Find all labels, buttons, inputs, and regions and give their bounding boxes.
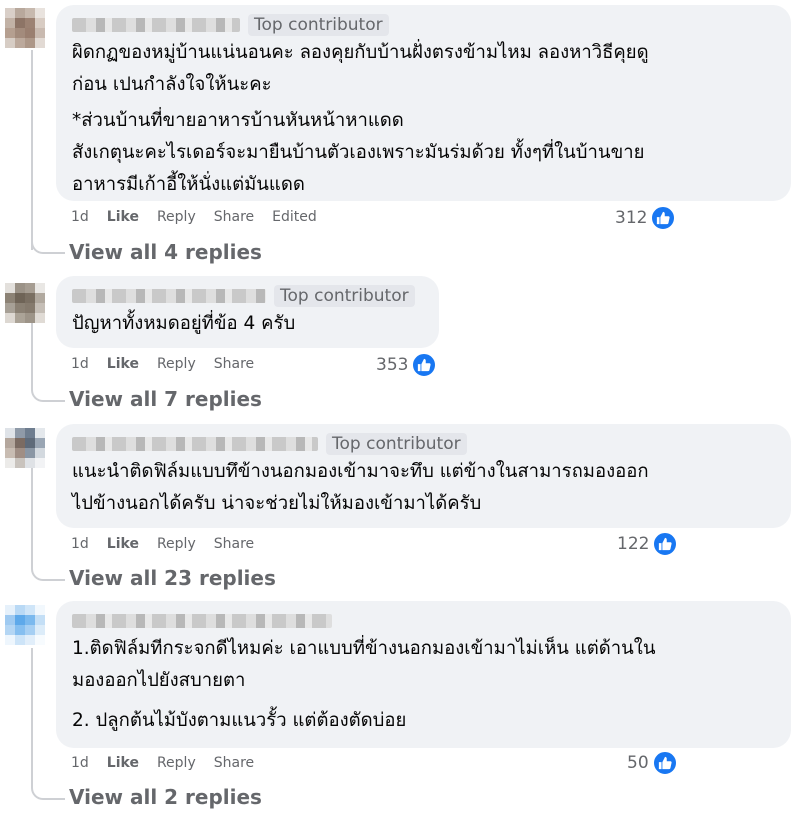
author-name[interactable] — [72, 437, 318, 451]
comment-text: ก่อน เปนกำลังใจให้นะคะ — [72, 74, 272, 95]
reaction-count: 122 — [617, 534, 650, 554]
comment-text: ไปข้างนอกได้ครับ น่าจะช่วยไม่ให้มองเข้าม… — [72, 493, 482, 514]
author-name[interactable] — [72, 289, 266, 303]
comment-text: อาหารมีเก้าอี้ให้นั่งแต่มันแดด — [72, 174, 305, 195]
author-name[interactable] — [72, 18, 240, 32]
reply-button[interactable]: Reply — [157, 534, 196, 554]
top-contributor-badge: Top contributor — [326, 433, 467, 455]
reaction-count: 50 — [627, 753, 649, 773]
comment-text: มองออกไปยังสบายตา — [72, 670, 246, 691]
reaction-count: 353 — [376, 355, 409, 375]
like-button[interactable]: Like — [107, 534, 139, 554]
author-name[interactable] — [72, 614, 332, 628]
like-button[interactable]: Like — [107, 753, 139, 773]
comment-actions: 1d Like Reply Share — [71, 354, 272, 374]
view-replies-link[interactable]: View all 4 replies — [69, 240, 262, 264]
timestamp[interactable]: 1d — [71, 354, 89, 374]
thumbs-up-icon — [652, 531, 679, 557]
thread-line — [31, 322, 33, 388]
like-button[interactable]: Like — [107, 354, 139, 374]
thread-elbow — [31, 567, 65, 581]
comment-text: ปัญหาทั้งหมดอยู่ที่ข้อ 4 ครับ — [72, 313, 296, 334]
edited-label: Edited — [272, 209, 317, 225]
thread-line — [31, 468, 33, 568]
reply-button[interactable]: Reply — [157, 753, 196, 773]
thumbs-up-icon — [411, 352, 438, 378]
author-row: Top contributor — [72, 13, 777, 37]
avatar[interactable] — [5, 8, 45, 48]
view-replies-link[interactable]: View all 23 replies — [69, 566, 276, 590]
comment-actions: 1d Like Reply Share Edited — [71, 207, 335, 227]
thumbs-up-icon — [650, 205, 677, 231]
comment-bubble: Top contributor ผิดกฏของหมู่บ้านแน่นอนคะ… — [56, 5, 791, 201]
reaction-count: 312 — [615, 208, 648, 228]
comment-text: แนะนำติดฟิล์มแบบทึข้างนอกมองเข้ามาจะทึบ … — [72, 461, 649, 482]
avatar[interactable] — [5, 605, 45, 645]
author-row — [72, 609, 777, 633]
reaction-summary[interactable]: 50 — [627, 750, 678, 776]
author-row: Top contributor — [72, 284, 425, 308]
thread-elbow — [31, 786, 65, 800]
share-button[interactable]: Share — [214, 534, 254, 554]
thread-elbow — [31, 388, 65, 402]
timestamp[interactable]: 1d — [71, 753, 89, 773]
author-row: Top contributor — [72, 432, 777, 456]
view-replies-link[interactable]: View all 2 replies — [69, 785, 262, 809]
timestamp[interactable]: 1d — [71, 207, 89, 227]
comment-bubble: Top contributor แนะนำติดฟิล์มแบบทึข้างนอ… — [56, 424, 791, 528]
comment-bubble: Top contributor ปัญหาทั้งหมดอยู่ที่ข้อ 4… — [56, 276, 439, 348]
thread-line — [31, 50, 33, 250]
reaction-summary[interactable]: 122 — [617, 531, 679, 557]
share-button[interactable]: Share — [214, 207, 254, 227]
view-replies-link[interactable]: View all 7 replies — [69, 387, 262, 411]
reply-button[interactable]: Reply — [157, 207, 196, 227]
share-button[interactable]: Share — [214, 753, 254, 773]
comment-actions: 1d Like Reply Share — [71, 534, 272, 554]
timestamp[interactable]: 1d — [71, 534, 89, 554]
comment-text: 1.ติดฟิล์มทีกระจกดีไหมค่ะ เอาแบบที่ข้างน… — [72, 638, 656, 659]
avatar[interactable] — [5, 283, 45, 323]
like-button[interactable]: Like — [107, 207, 139, 227]
comment-text: สังเกตุนะคะไรเดอร์จะมายืนบ้านตัวเองเพราะ… — [72, 142, 645, 163]
comment-actions: 1d Like Reply Share — [71, 753, 272, 773]
comment-text: ผิดกฏของหมู่บ้านแน่นอนคะ ลองคุยกับบ้านฝั… — [72, 42, 649, 63]
thread-elbow — [31, 240, 65, 254]
share-button[interactable]: Share — [214, 354, 254, 374]
comment-bubble: 1.ติดฟิล์มทีกระจกดีไหมค่ะ เอาแบบที่ข้างน… — [56, 601, 791, 748]
thread-line — [31, 648, 33, 786]
top-contributor-badge: Top contributor — [248, 14, 389, 36]
comment-text: *ส่วนบ้านที่ขายอาหารบ้านหันหน้าหาแดด — [72, 110, 404, 131]
reply-button[interactable]: Reply — [157, 354, 196, 374]
reaction-summary[interactable]: 353 — [376, 352, 438, 378]
reaction-summary[interactable]: 312 — [615, 205, 677, 231]
avatar[interactable] — [5, 428, 45, 468]
thumbs-up-icon — [651, 750, 678, 776]
comment-text: 2. ปลูกต้นไม้บังตามแนวรั้ว แต่ต้องตัดบ่อ… — [72, 710, 407, 731]
top-contributor-badge: Top contributor — [274, 285, 415, 307]
